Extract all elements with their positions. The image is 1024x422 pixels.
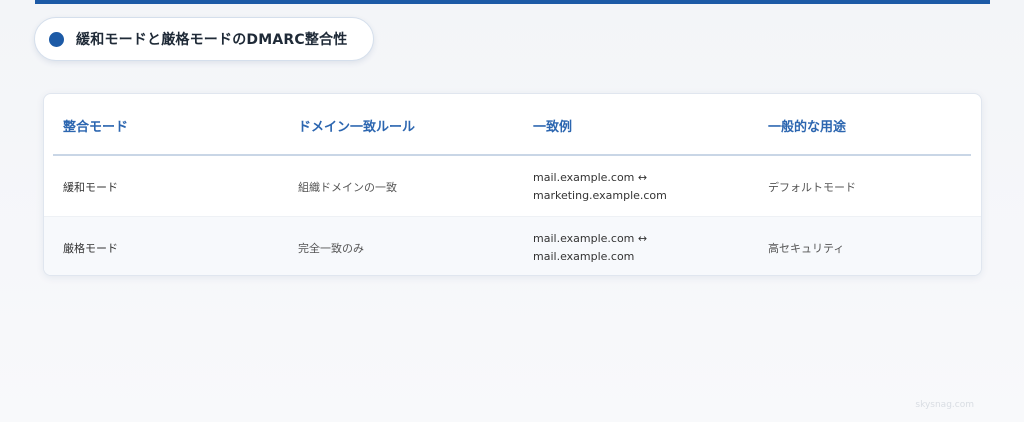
table-header: 整合モード ドメイン一致ルール 一致例 一般的な用途 bbox=[44, 94, 981, 155]
cell-use: デフォルトモード bbox=[768, 180, 856, 194]
header-domain-rule: ドメイン一致ルール bbox=[298, 120, 416, 135]
cell-mode: 緩和モード bbox=[63, 180, 118, 194]
example-line-1: mail.example.com ↔ bbox=[533, 170, 648, 184]
cell-rule: 組織ドメインの一致 bbox=[298, 180, 397, 194]
cell-example: mail.example.com ↔ marketing.example.com bbox=[533, 169, 667, 205]
comparison-table: 整合モード ドメイン一致ルール 一致例 一般的な用途 緩和モード 組織ドメインの… bbox=[43, 93, 982, 276]
section-title: 緩和モードと厳格モードのDMARC整合性 bbox=[76, 32, 348, 48]
cell-rule: 完全一致のみ bbox=[298, 241, 364, 255]
header-match-example: 一致例 bbox=[533, 120, 573, 135]
cell-use: 高セキュリティ bbox=[768, 241, 845, 255]
table-row: 厳格モード 完全一致のみ mail.example.com ↔ mail.exa… bbox=[44, 216, 981, 275]
top-accent-bar bbox=[35, 0, 990, 4]
cell-mode: 厳格モード bbox=[63, 241, 118, 255]
title-bullet-icon bbox=[49, 31, 64, 47]
example-line-2: mail.example.com bbox=[533, 249, 635, 263]
example-line-1: mail.example.com ↔ bbox=[533, 231, 648, 245]
cell-example: mail.example.com ↔ mail.example.com bbox=[533, 230, 647, 266]
header-typical-use: 一般的な用途 bbox=[768, 120, 847, 135]
header-alignment-mode: 整合モード bbox=[63, 120, 129, 135]
watermark: skysnag.com bbox=[915, 400, 974, 410]
example-line-2: marketing.example.com bbox=[533, 188, 667, 202]
table-row: 緩和モード 組織ドメインの一致 mail.example.com ↔ marke… bbox=[44, 156, 981, 217]
section-title-pill: 緩和モードと厳格モードのDMARC整合性 bbox=[34, 17, 374, 61]
